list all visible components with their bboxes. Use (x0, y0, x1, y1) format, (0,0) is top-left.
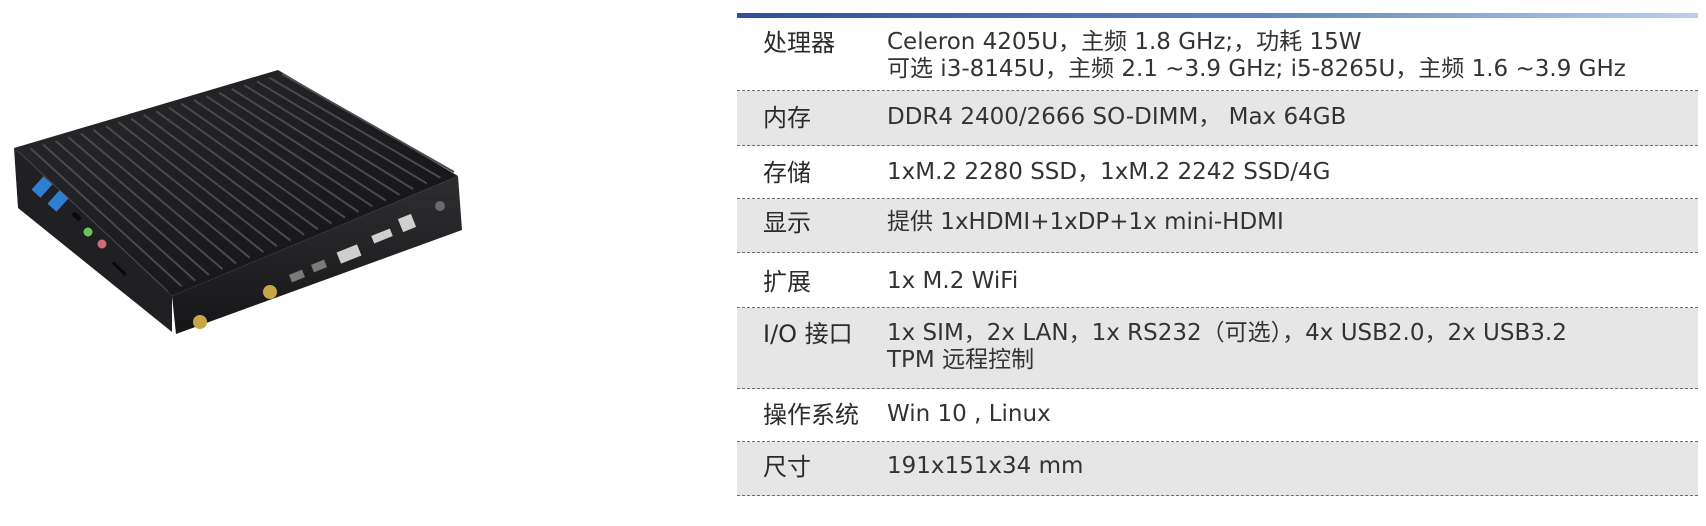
spec-table: 处理器 Celeron 4205U，主频 1.8 GHz;，功耗 15W 可选 … (737, 13, 1698, 496)
row-value-expansion: 1x M.2 WiFi (887, 268, 1698, 295)
table-row: 尺寸 191x151x34 mm (737, 442, 1698, 496)
row-label-dimensions: 尺寸 (763, 453, 811, 481)
row-label-display: 显示 (763, 209, 811, 237)
table-row: 内存 DDR4 2400/2666 SO-DIMM， Max 64GB (737, 91, 1698, 146)
table-row: 显示 提供 1xHDMI+1xDP+1x mini-HDMI (737, 199, 1698, 253)
value-line: 191x151x34 mm (887, 453, 1084, 479)
row-value-os: Win 10 , Linux (887, 401, 1698, 428)
row-value-cpu: Celeron 4205U，主频 1.8 GHz;，功耗 15W 可选 i3-8… (887, 29, 1698, 83)
product-image (14, 70, 462, 334)
value-line: 1x SIM，2x LAN，1x RS232（可选），4x USB2.0，2x … (887, 320, 1567, 346)
value-line: Win 10 , Linux (887, 401, 1051, 427)
row-label-cpu: 处理器 (763, 29, 835, 57)
table-row: I/O 接口 1x SIM，2x LAN，1x RS232（可选），4x USB… (737, 308, 1698, 389)
value-line: TPM 远程控制 (887, 347, 1035, 373)
row-label-memory: 内存 (763, 104, 811, 132)
table-row: 存储 1xM.2 2280 SSD，1xM.2 2242 SSD/4G (737, 146, 1698, 199)
row-label-storage: 存储 (763, 159, 811, 187)
row-value-storage: 1xM.2 2280 SSD，1xM.2 2242 SSD/4G (887, 159, 1698, 186)
value-line: 1x M.2 WiFi (887, 268, 1019, 294)
row-label-expansion: 扩展 (763, 268, 811, 296)
value-line: DDR4 2400/2666 SO-DIMM， Max 64GB (887, 104, 1347, 130)
table-row: 操作系统 Win 10 , Linux (737, 389, 1698, 442)
value-line: 1xM.2 2280 SSD，1xM.2 2242 SSD/4G (887, 159, 1331, 185)
row-label-os: 操作系统 (763, 401, 859, 429)
table-row: 扩展 1x M.2 WiFi (737, 253, 1698, 308)
row-value-memory: DDR4 2400/2666 SO-DIMM， Max 64GB (887, 104, 1698, 131)
table-row: 处理器 Celeron 4205U，主频 1.8 GHz;，功耗 15W 可选 … (737, 18, 1698, 91)
value-line: 提供 1xHDMI+1xDP+1x mini-HDMI (887, 209, 1284, 235)
row-value-io: 1x SIM，2x LAN，1x RS232（可选），4x USB2.0，2x … (887, 320, 1698, 374)
value-line: 可选 i3-8145U，主频 2.1 ~3.9 GHz; i5-8265U，主频… (887, 56, 1626, 82)
value-line: Celeron 4205U，主频 1.8 GHz;，功耗 15W (887, 29, 1362, 55)
row-label-io: I/O 接口 (763, 320, 853, 348)
row-value-dimensions: 191x151x34 mm (887, 453, 1698, 480)
row-value-display: 提供 1xHDMI+1xDP+1x mini-HDMI (887, 209, 1698, 236)
